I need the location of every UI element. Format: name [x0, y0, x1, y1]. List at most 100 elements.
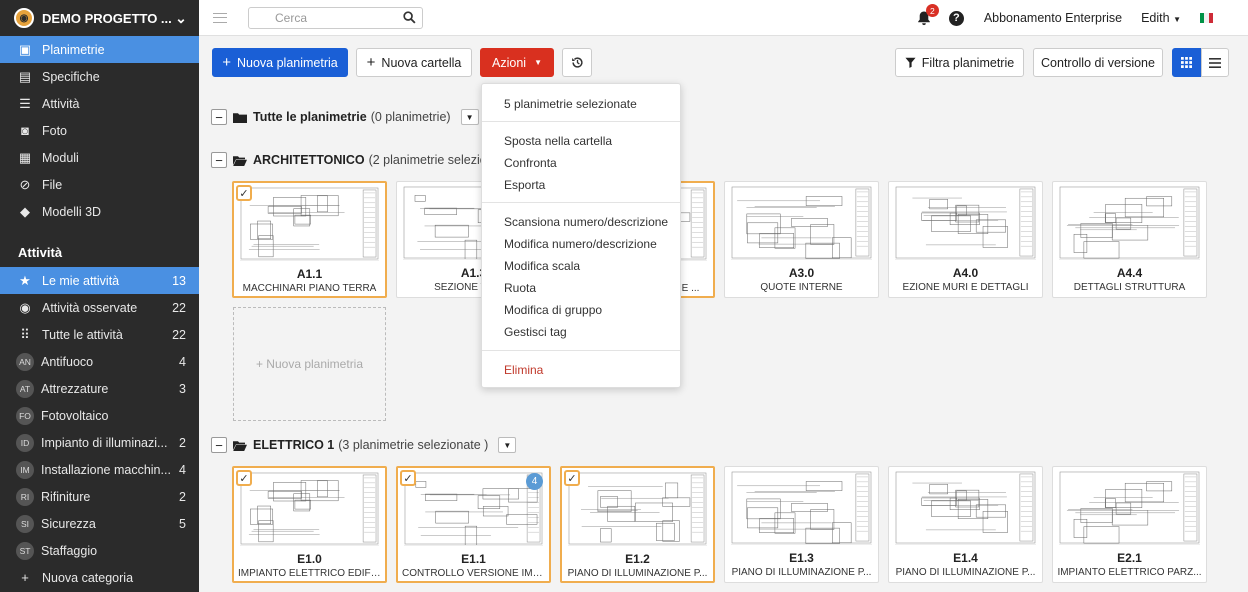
- task-category-item[interactable]: ID Impianto di illuminazi... 2: [0, 429, 199, 456]
- nav-item-attività[interactable]: ☰ Attività: [0, 90, 199, 117]
- notifications-button[interactable]: 2: [916, 4, 939, 26]
- plan-thumbnail[interactable]: [895, 471, 1036, 545]
- search-icon[interactable]: [403, 10, 416, 24]
- nav-item-planimetrie[interactable]: ▣ Planimetrie: [0, 36, 199, 63]
- task-category-item[interactable]: + Nuova categoria: [0, 564, 199, 591]
- project-switcher[interactable]: ◉ DEMO PROGETTO ... ⌄: [0, 0, 199, 36]
- folder-options-button[interactable]: ▼: [460, 109, 479, 125]
- checkbox-checked-icon[interactable]: ✓: [236, 470, 252, 486]
- new-plan-button[interactable]: + Nuova planimetria: [212, 48, 348, 77]
- plan-card[interactable]: A4.0 EZIONE MURI E DETTAGLI: [888, 181, 1043, 298]
- project-logo-icon: ◉: [14, 8, 34, 28]
- nav-item-foto[interactable]: ◙ Foto: [0, 117, 199, 144]
- folder-name[interactable]: ELETTRICO 1: [253, 438, 334, 452]
- plan-card[interactable]: ✓ A1.1 MACCHINARI PIANO TERRA: [232, 181, 387, 298]
- folder-row-architettonico: − ARCHITETTONICO (2 planimetrie selezion…: [211, 151, 519, 169]
- new-folder-button[interactable]: + Nuova cartella: [356, 48, 472, 77]
- task-category-item[interactable]: ★ Le mie attività 13: [0, 267, 199, 294]
- task-category-item[interactable]: ST Staffaggio: [0, 537, 199, 564]
- task-count: 2: [179, 435, 186, 450]
- list-view-button[interactable]: [1201, 48, 1229, 77]
- folder-options-button[interactable]: ▼: [498, 437, 517, 453]
- menu-item-export[interactable]: Esporta: [504, 178, 545, 192]
- plan-card[interactable]: A4.4 DETTAGLI STRUTTURA: [1052, 181, 1207, 298]
- plan-thumbnail[interactable]: [731, 186, 872, 260]
- plan-title: IMPIANTO ELETTRICO EDIFI...: [238, 568, 381, 579]
- task-label: Rifiniture: [41, 489, 91, 504]
- checkbox-checked-icon[interactable]: ✓: [400, 470, 416, 486]
- plan-thumbnail[interactable]: [404, 472, 543, 549]
- folder-name[interactable]: ARCHITETTONICO: [253, 153, 365, 167]
- collapse-button[interactable]: −: [211, 109, 227, 125]
- checkbox-checked-icon[interactable]: ✓: [564, 470, 580, 486]
- category-badge: AN: [16, 352, 34, 371]
- user-menu[interactable]: Edith ▼: [1141, 11, 1181, 25]
- help-icon[interactable]: ?: [948, 10, 964, 26]
- menu-item-edit-scale[interactable]: Modifica scala: [504, 259, 580, 273]
- task-category-item[interactable]: FO Fotovoltaico: [0, 402, 199, 429]
- plan-title: QUOTE INTERNE: [760, 282, 843, 293]
- task-category-item[interactable]: AN Antifuoco 4: [0, 348, 199, 375]
- task-category-item[interactable]: AT Attrezzature 3: [0, 375, 199, 402]
- plan-thumbnail[interactable]: [240, 187, 379, 261]
- task-count: 3: [179, 381, 186, 396]
- main-nav: ▣ Planimetrie ▤ Specifiche ☰ Attività ◙ Foto ▦ Mo…: [0, 36, 199, 225]
- grid-view-button[interactable]: [1172, 48, 1201, 77]
- plan-card[interactable]: ✓ 4 E1.1 CONTROLLO VERSIONE IMP...: [396, 466, 551, 583]
- language-flag-icon[interactable]: [1200, 13, 1213, 23]
- new-plan-card[interactable]: + Nuova planimetria: [233, 307, 386, 421]
- actions-dropdown-button[interactable]: Azioni ▼: [480, 48, 554, 77]
- notification-count-badge: 2: [925, 4, 939, 17]
- checkbox-checked-icon[interactable]: ✓: [236, 185, 252, 201]
- search-input[interactable]: Cerca: [248, 6, 423, 29]
- collapse-button[interactable]: −: [211, 437, 227, 453]
- menu-item-manage-tags[interactable]: Gestisci tag: [504, 325, 567, 339]
- tasks-nav: ★ Le mie attività 13 ◉ Attività osservate 22 ⠿…: [0, 267, 199, 591]
- nav-label: File: [42, 177, 63, 192]
- plan-thumbnail[interactable]: [568, 472, 707, 546]
- task-icon: ★: [19, 272, 31, 288]
- nav-item-modelli-3d[interactable]: ◆ Modelli 3D: [0, 198, 199, 225]
- plan-thumbnail[interactable]: [1059, 471, 1200, 545]
- nav-label: Foto: [42, 123, 68, 138]
- task-category-item[interactable]: RI Rifiniture 2: [0, 483, 199, 510]
- plan-thumbnail[interactable]: [731, 471, 872, 545]
- menu-item-compare[interactable]: Confronta: [504, 156, 557, 170]
- menu-item-group-edit[interactable]: Modifica di gruppo: [504, 303, 602, 317]
- plan-card[interactable]: E1.4 PIANO DI ILLUMINAZIONE P...: [888, 466, 1043, 583]
- history-button[interactable]: [562, 48, 592, 77]
- menu-item-rotate[interactable]: Ruota: [504, 281, 536, 295]
- subscription-link[interactable]: Abbonamento Enterprise: [984, 11, 1122, 25]
- plan-card[interactable]: E1.3 PIANO DI ILLUMINAZIONE P...: [724, 466, 879, 583]
- drawing-thumbnail: [240, 187, 379, 260]
- task-category-item[interactable]: IM Installazione macchin... 4: [0, 456, 199, 483]
- plan-thumbnail[interactable]: [1059, 186, 1200, 260]
- nav-item-file[interactable]: ⊘ File: [0, 171, 199, 198]
- plan-card[interactable]: E2.1 IMPIANTO ELETTRICO PARZ...: [1052, 466, 1207, 583]
- collapse-button[interactable]: −: [211, 152, 227, 168]
- plan-thumbnail[interactable]: [895, 186, 1036, 260]
- task-category-item[interactable]: SI Sicurezza 5: [0, 510, 199, 537]
- task-category-item[interactable]: ◉ Attività osservate 22: [0, 294, 199, 321]
- menu-toggle-icon[interactable]: [213, 12, 227, 23]
- menu-item-scan[interactable]: Scansiona numero/descrizione: [504, 215, 668, 229]
- version-badge[interactable]: 4: [526, 473, 543, 490]
- plan-thumbnail[interactable]: [240, 472, 379, 546]
- task-count: 13: [172, 273, 186, 288]
- folder-name[interactable]: Tutte le planimetrie: [253, 110, 367, 124]
- menu-item-move[interactable]: Sposta nella cartella: [504, 134, 612, 148]
- filter-plans-button[interactable]: Filtra planimetrie: [895, 48, 1024, 77]
- category-badge: ST: [16, 541, 34, 560]
- version-control-button[interactable]: Controllo di versione: [1033, 48, 1163, 77]
- plan-card[interactable]: A3.0 QUOTE INTERNE: [724, 181, 879, 298]
- nav-item-moduli[interactable]: ▦ Moduli: [0, 144, 199, 171]
- task-category-item[interactable]: ⠿ Tutte le attività 22: [0, 321, 199, 348]
- nav-item-specifiche[interactable]: ▤ Specifiche: [0, 63, 199, 90]
- grid-icon: [1181, 57, 1192, 68]
- menu-divider: [482, 350, 680, 351]
- plan-card[interactable]: ✓ E1.0 IMPIANTO ELETTRICO EDIFI...: [232, 466, 387, 583]
- menu-item-delete[interactable]: Elimina: [504, 363, 543, 377]
- plan-card[interactable]: ✓ E1.2 PIANO DI ILLUMINAZIONE P...: [560, 466, 715, 583]
- menu-item-edit-number[interactable]: Modifica numero/descrizione: [504, 237, 657, 251]
- project-name: DEMO PROGETTO ...: [42, 10, 172, 26]
